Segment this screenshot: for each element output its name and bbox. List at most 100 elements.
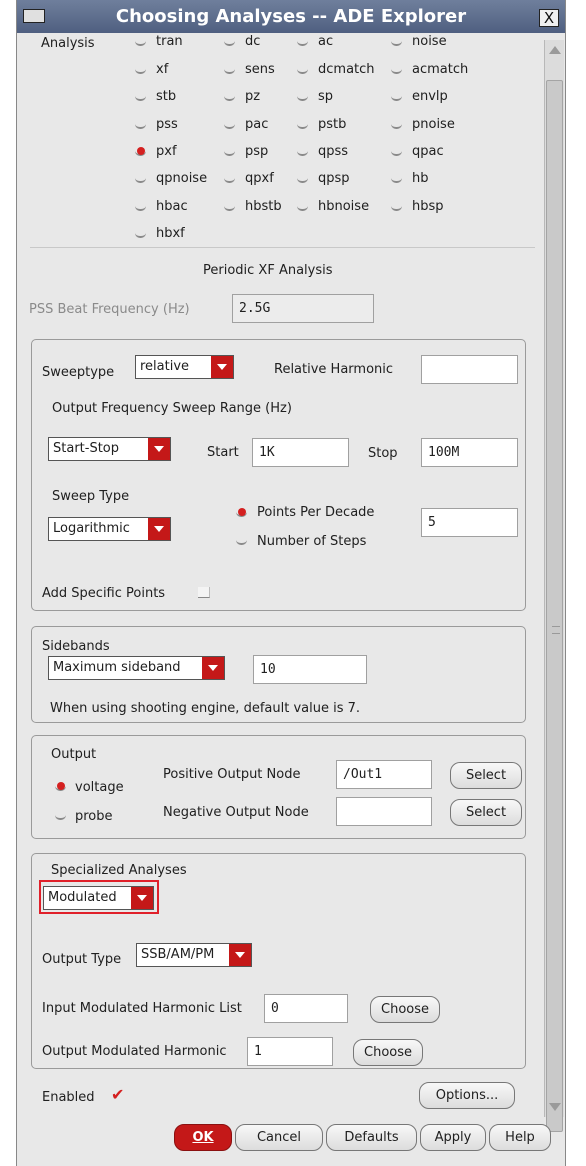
analysis-radio-dcmatch[interactable] [297, 65, 308, 76]
analysis-option-label-qpxf: qpxf [245, 171, 274, 186]
sweep-range-combo[interactable]: Start-Stop [48, 437, 171, 461]
analysis-radio-sp[interactable] [297, 92, 308, 103]
analysis-option-label-hbac: hbac [156, 199, 188, 214]
sweeptype-combo[interactable]: relative [135, 355, 234, 379]
stop-field[interactable]: 100M [421, 438, 518, 467]
positive-output-node-field[interactable]: /Out1 [336, 760, 432, 789]
relative-harmonic-field[interactable] [421, 355, 518, 384]
analysis-option-label-qpsp: qpsp [318, 171, 350, 186]
chevron-down-icon [229, 944, 251, 966]
start-field[interactable]: 1K [252, 438, 349, 467]
analysis-radio-hbnoise[interactable] [297, 202, 308, 213]
analysis-radio-pnoise[interactable] [391, 120, 402, 131]
sweep-type-label: Sweep Type [52, 489, 130, 504]
analysis-radio-qpxf[interactable] [224, 174, 235, 185]
analysis-radio-ac[interactable] [297, 37, 308, 48]
analysis-radio-hbxf[interactable] [135, 229, 146, 240]
output-modulated-harmonic-field[interactable]: 1 [247, 1037, 333, 1066]
enabled-label: Enabled [42, 1090, 95, 1105]
analysis-option-label-hbnoise: hbnoise [318, 199, 370, 214]
analysis-option-label-pac: pac [245, 117, 269, 132]
points-per-decade-radio[interactable] [236, 508, 247, 519]
choose-input-button[interactable]: Choose [370, 996, 440, 1023]
cancel-button[interactable]: Cancel [235, 1124, 323, 1151]
sidebands-mode: Maximum sideband [53, 660, 181, 675]
probe-radio[interactable] [55, 811, 66, 822]
pss-beat-frequency-label: PSS Beat Frequency (Hz) [29, 302, 190, 317]
chevron-down-icon [202, 657, 224, 679]
specialized-mode-combo[interactable]: Modulated [43, 886, 154, 910]
specialized-mode-value: Modulated [48, 890, 117, 905]
analysis-radio-dc[interactable] [224, 37, 235, 48]
analysis-radio-pstb[interactable] [297, 120, 308, 131]
close-icon[interactable]: X [539, 9, 559, 27]
analysis-radio-pac[interactable] [224, 120, 235, 131]
analysis-radio-psp[interactable] [224, 147, 235, 158]
analysis-option-label-qpnoise: qpnoise [156, 171, 208, 186]
select-positive-button[interactable]: Select [450, 762, 522, 789]
relative-harmonic-label: Relative Harmonic [274, 362, 394, 377]
analysis-radio-stb[interactable] [135, 92, 146, 103]
analysis-radio-hbsp[interactable] [391, 202, 402, 213]
enabled-checkmark-icon[interactable]: ✔ [111, 1085, 124, 1104]
analysis-option-label-noise: noise [412, 34, 447, 49]
choose-output-button[interactable]: Choose [353, 1039, 423, 1066]
analysis-option-label-pnoise: pnoise [412, 117, 455, 132]
analysis-option-label-sens: sens [245, 62, 275, 77]
analysis-radio-noise[interactable] [391, 37, 402, 48]
sidebands-combo[interactable]: Maximum sideband [48, 656, 225, 680]
number-of-steps-radio[interactable] [236, 536, 247, 547]
analysis-option-label-hbxf: hbxf [156, 226, 185, 241]
analysis-radio-qpac[interactable] [391, 147, 402, 158]
analysis-radio-hbstb[interactable] [224, 202, 235, 213]
analysis-radio-xf[interactable] [135, 65, 146, 76]
vertical-scrollbar[interactable] [544, 40, 564, 1132]
number-of-steps-label: Number of Steps [257, 534, 367, 549]
negative-output-node-label: Negative Output Node [163, 805, 309, 820]
analysis-radio-tran[interactable] [135, 37, 146, 48]
analysis-option-label-acmatch: acmatch [412, 62, 469, 77]
output-type-combo[interactable]: SSB/AM/PM [136, 943, 252, 967]
analysis-radio-qpsp[interactable] [297, 174, 308, 185]
dialog-window: Choosing Analyses -- ADE Explorer X Anal… [16, 0, 566, 1166]
apply-button[interactable]: Apply [420, 1124, 486, 1151]
analysis-radio-pz[interactable] [224, 92, 235, 103]
title-bar: Choosing Analyses -- ADE Explorer X [17, 0, 565, 33]
positive-output-node-label: Positive Output Node [163, 767, 301, 782]
analysis-radio-acmatch[interactable] [391, 65, 402, 76]
analysis-radio-pxf[interactable] [135, 147, 146, 158]
help-button[interactable]: Help [489, 1124, 551, 1151]
voltage-radio[interactable] [55, 782, 66, 793]
analysis-radio-hbac[interactable] [135, 202, 146, 213]
points-per-decade-label: Points Per Decade [257, 505, 375, 520]
ok-label: OK [192, 1130, 214, 1145]
analysis-option-label-tran: tran [156, 34, 183, 49]
input-modulated-harmonic-list-field[interactable]: 0 [264, 994, 348, 1023]
sweep-type-combo[interactable]: Logarithmic [48, 517, 171, 541]
section-title: Periodic XF Analysis [203, 263, 333, 278]
analysis-radio-qpss[interactable] [297, 147, 308, 158]
add-specific-points-checkbox[interactable] [198, 587, 210, 598]
scrollbar-thumb[interactable] [546, 80, 563, 1132]
scroll-down-icon[interactable] [549, 1103, 561, 1111]
defaults-button[interactable]: Defaults [326, 1124, 417, 1151]
select-negative-button[interactable]: Select [450, 799, 522, 826]
sweeptype-label: Sweeptype [42, 365, 115, 380]
analysis-radio-hb[interactable] [391, 174, 402, 185]
points-field[interactable]: 5 [421, 508, 518, 537]
analysis-radio-envlp[interactable] [391, 92, 402, 103]
sweep-range-value: Start-Stop [53, 441, 120, 456]
ok-button[interactable]: OK [174, 1124, 232, 1151]
sidebands-field[interactable]: 10 [253, 655, 367, 684]
analysis-radio-sens[interactable] [224, 65, 235, 76]
pss-beat-frequency-field: 2.5G [232, 294, 374, 323]
scroll-up-icon[interactable] [549, 46, 561, 54]
analysis-radio-qpnoise[interactable] [135, 174, 146, 185]
options-button[interactable]: Options... [419, 1082, 515, 1109]
analysis-option-label-dc: dc [245, 34, 261, 49]
chevron-down-icon [148, 518, 170, 540]
analysis-option-label-hbstb: hbstb [245, 199, 282, 214]
negative-output-node-field[interactable] [336, 797, 432, 826]
analysis-radio-pss[interactable] [135, 120, 146, 131]
add-specific-points-label: Add Specific Points [42, 586, 166, 601]
